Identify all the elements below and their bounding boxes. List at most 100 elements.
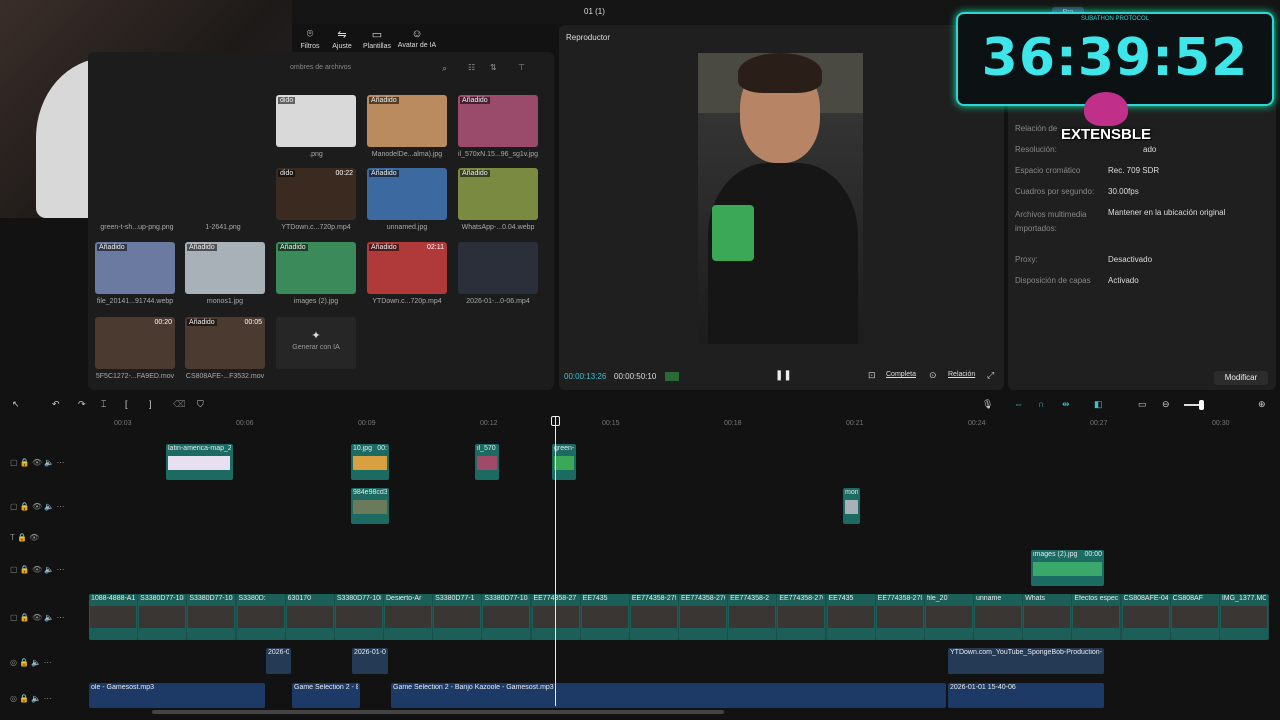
media-thumbnail[interactable]: Añadido: [185, 242, 265, 294]
pause-icon[interactable]: ❚❚: [775, 370, 792, 381]
music-clip[interactable]: Game Selection 2 - B: [292, 683, 360, 708]
main-track-clip[interactable]: CS808AF: [1170, 594, 1219, 640]
playhead-handle[interactable]: [551, 416, 560, 426]
ratio-button[interactable]: Relación: [948, 371, 975, 378]
main-track-clip[interactable]: EE774358-2706-4: [777, 594, 826, 640]
main-track-clip[interactable]: file_20´: [924, 594, 973, 640]
overlay-clip[interactable]: latin-america-map_2(: [166, 444, 233, 480]
media-thumbnail[interactable]: Añadido: [367, 168, 447, 220]
main-track-clip[interactable]: Desierto-Ar: [384, 594, 433, 640]
zoom-in-icon[interactable]: ⊕: [1258, 399, 1266, 410]
track-4-controls[interactable]: ▢ 🔒 👁 🔈 ⋯: [10, 565, 65, 574]
generate-ai-button[interactable]: ✦ Generar con IA: [276, 317, 356, 369]
music-clip[interactable]: Game Selection 2 - Banjo Kazoole - Games…: [391, 683, 946, 708]
generate-label: Generar con IA: [292, 344, 340, 351]
snap-icon[interactable]: ⇹: [1062, 399, 1070, 410]
main-track-clip[interactable]: unname: [974, 594, 1023, 640]
audio-clip[interactable]: 2026-01-0: [352, 648, 388, 674]
main-track-clip[interactable]: S3380D77-1088-4: [334, 594, 383, 640]
main-track-clip[interactable]: EE774358-2706-4AAC-ACE5-F3C: [679, 594, 728, 640]
main-track-clip[interactable]: Efectos especiales: [1072, 594, 1121, 640]
overlay-clip[interactable]: mon: [843, 488, 860, 524]
toolbar-ai-avatar[interactable]: ☺ Avatar de IA: [394, 28, 440, 49]
main-track-clip[interactable]: EE774358-2706-4AAC: [629, 594, 678, 640]
media-caption: 1-2641.png: [205, 224, 241, 231]
shield-icon[interactable]: ⛉: [197, 399, 204, 410]
search-icon[interactable]: ⌕: [442, 63, 447, 74]
main-track-clip[interactable]: CS808AFE-04A6-4A2: [1121, 594, 1170, 640]
caption-icon[interactable]: ▭: [1138, 399, 1147, 410]
main-track-clip[interactable]: S3380D77-1088-498: [138, 594, 187, 640]
split-icon[interactable]: ⌶: [101, 399, 106, 410]
media-thumbnail[interactable]: dido: [276, 95, 356, 147]
zoom-out-icon[interactable]: ⊖: [1162, 399, 1170, 410]
main-track-clip[interactable]: EE774358-2706-: [875, 594, 924, 640]
music-clip[interactable]: 2026-01-01 15-40-06: [948, 683, 1104, 708]
mic-icon[interactable]: 🎙: [982, 399, 993, 410]
toolbar-templates[interactable]: ▭ Plantillas: [355, 28, 399, 50]
main-track-clip[interactable]: EE7435: [826, 594, 875, 640]
delete-icon[interactable]: ⌫: [173, 399, 186, 410]
clip-thumb: [139, 606, 186, 628]
fullscreen-icon[interactable]: ⤢: [987, 370, 994, 381]
media-thumbnail[interactable]: Añadido: [458, 168, 538, 220]
full-quality-button[interactable]: Completa: [886, 371, 916, 378]
media-search-input[interactable]: ombres de archivos: [290, 60, 455, 76]
main-track-clip[interactable]: 1088-4888-A18...FF0C6A: [89, 594, 138, 640]
track-1-controls[interactable]: ▢ 🔒 👁 🔈 ⋯: [10, 458, 65, 467]
modify-button[interactable]: Modificar: [1214, 371, 1268, 385]
overlay-clip[interactable]: il_570: [475, 444, 499, 480]
sort-icon[interactable]: ⇅: [490, 63, 497, 72]
main-track-clip[interactable]: S3380D77-1088-498: [187, 594, 236, 640]
track-2-controls[interactable]: ▢ 🔒 👁 🔈 ⋯: [10, 502, 65, 511]
audio-clip[interactable]: 2026-0: [266, 648, 291, 674]
text-track-controls[interactable]: T 🔒 👁: [10, 533, 39, 542]
video-preview[interactable]: [698, 53, 863, 344]
overlay-clip[interactable]: 10.jpg 00:: [351, 444, 389, 480]
main-track-controls[interactable]: ▢ 🔒 👁 🔈 ⋯: [10, 613, 65, 622]
media-thumbnail[interactable]: 00:20: [95, 317, 175, 369]
main-track-clip[interactable]: 630170: [285, 594, 334, 640]
media-thumbnail[interactable]: Añadido: [95, 242, 175, 294]
preview-icon[interactable]: ◧: [1094, 399, 1103, 410]
detail-value: Mantener en la ubicación original: [1108, 208, 1226, 217]
main-track-clip[interactable]: S3380D:: [236, 594, 285, 640]
media-thumbnail[interactable]: dido 00:22: [276, 168, 356, 220]
media-thumbnail[interactable]: Añadido: [367, 95, 447, 147]
crop-icon[interactable]: ⊡: [868, 370, 876, 381]
clip-duration: 00:00: [1084, 551, 1102, 558]
link-icon[interactable]: ⇔: [1014, 399, 1023, 409]
media-thumbnail[interactable]: Añadido: [276, 242, 356, 294]
main-track-clip[interactable]: S3380D77-1088-498: [482, 594, 531, 640]
main-track-clip[interactable]: Whats: [1023, 594, 1072, 640]
audio-track-controls[interactable]: ◎ 🔒 🔈 ⋯: [10, 658, 52, 667]
screenshot-icon[interactable]: ⊙: [929, 370, 937, 381]
main-track-clip[interactable]: EE774358-2: [728, 594, 777, 640]
magnet-icon[interactable]: ∩: [1038, 399, 1044, 409]
redo-icon[interactable]: ↷: [78, 399, 86, 410]
filter-dropdown-icon[interactable]: ⊤: [518, 63, 525, 72]
select-tool-icon[interactable]: ↖: [12, 399, 20, 410]
view-grid-icon[interactable]: ☷: [468, 63, 475, 72]
audio-clip[interactable]: YTDown.com_YouTube_SpongeBob-Production-…: [948, 648, 1104, 674]
music-track-controls[interactable]: ◎ 🔒 🔈 ⋯: [10, 694, 52, 703]
split-left-icon[interactable]: [: [125, 399, 128, 409]
main-track-clip[interactable]: IMG_1377.MOV: [1219, 594, 1268, 640]
timeline-scrollbar[interactable]: [152, 710, 724, 714]
overlay-clip[interactable]: 984e98cd3: [351, 488, 389, 524]
media-thumbnail[interactable]: Añadido: [458, 95, 538, 147]
zoom-slider-handle[interactable]: [1199, 400, 1204, 410]
clip-label: CS808AFE-04A6-4A2: [1123, 595, 1168, 602]
overlay-clip[interactable]: images (2).jpg 00:00: [1031, 550, 1104, 586]
media-thumbnail[interactable]: Añadido 02:11: [367, 242, 447, 294]
media-thumbnail[interactable]: [458, 242, 538, 294]
added-badge: Añadido: [369, 97, 399, 104]
music-clip[interactable]: ole - Gamesost.mp3: [89, 683, 265, 708]
split-right-icon[interactable]: ]: [149, 399, 152, 409]
main-track-clip[interactable]: EE7435: [580, 594, 629, 640]
media-thumbnail[interactable]: Añadido 00:05: [185, 317, 265, 369]
main-video-track[interactable]: 1088-4888-A18...FF0C6A S3380D77-1088-498 S…: [89, 594, 1269, 640]
main-track-clip[interactable]: S3380D77-1: [433, 594, 482, 640]
undo-icon[interactable]: ↶: [52, 399, 60, 410]
playhead[interactable]: [555, 416, 556, 706]
